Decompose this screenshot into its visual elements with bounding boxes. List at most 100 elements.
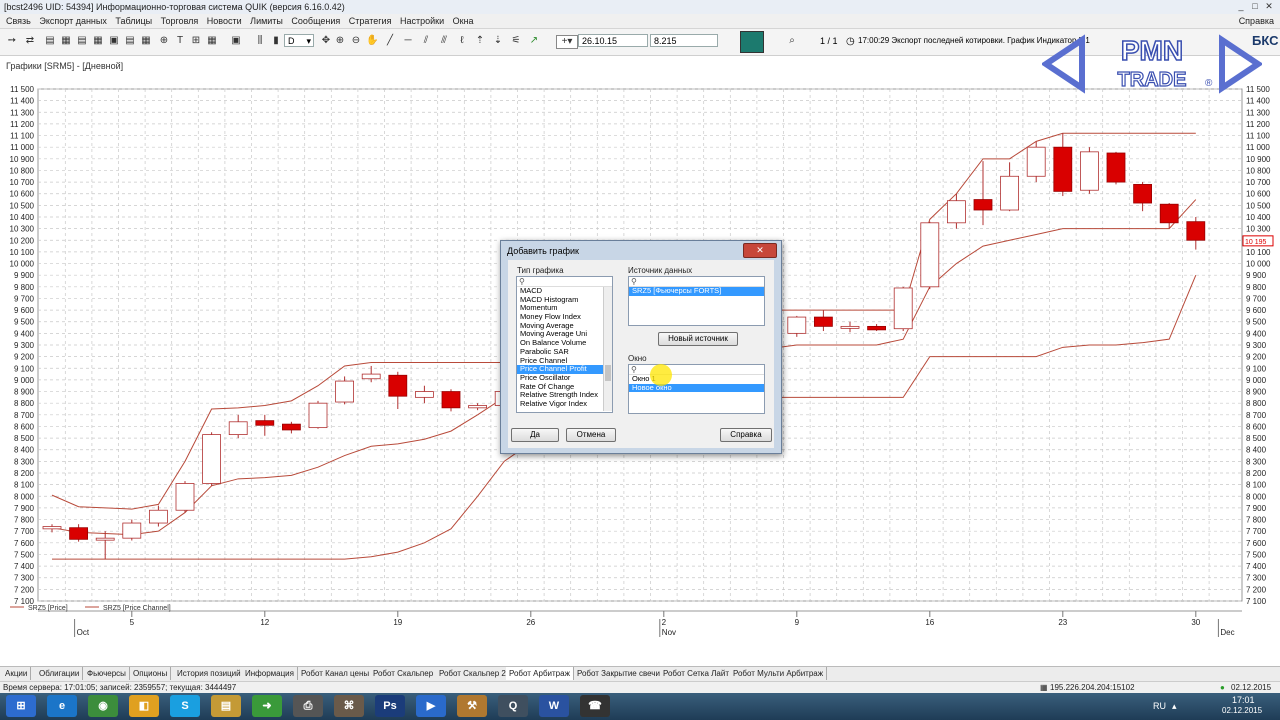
chart-type-item[interactable]: Relative Vigor Index: [517, 399, 612, 409]
chart-small-icon[interactable]: ⊞: [190, 35, 202, 47]
skype-icon[interactable]: S: [170, 695, 200, 717]
table6-icon[interactable]: ▤: [124, 35, 136, 47]
candle[interactable]: [1000, 175, 1019, 211]
close-window-icon[interactable]: ✕: [1262, 1, 1276, 12]
table-icon[interactable]: ▤: [44, 35, 56, 47]
menu-item-news[interactable]: Новости: [207, 16, 242, 26]
candle[interactable]: [468, 405, 488, 409]
menu-item-tables[interactable]: Таблицы: [115, 16, 152, 26]
play-icon[interactable]: ▶: [416, 695, 446, 717]
candle[interactable]: [867, 325, 886, 331]
candle[interactable]: [1186, 221, 1206, 241]
table7-icon[interactable]: ▦: [140, 35, 152, 47]
menu-item-messages[interactable]: Сообщения: [291, 16, 340, 26]
clock-date[interactable]: 02.12.2015: [1222, 706, 1262, 715]
tab-item[interactable]: Робот Арбитраж: [506, 667, 574, 680]
printer-icon[interactable]: ⎙: [293, 695, 323, 717]
candle[interactable]: [1133, 184, 1152, 204]
candle[interactable]: [840, 325, 860, 329]
menu-item-help[interactable]: Справка: [1239, 16, 1274, 26]
tab-item[interactable]: Робот Канал цены: [298, 667, 374, 680]
menu-item-windows[interactable]: Окна: [453, 16, 474, 26]
save-icon[interactable]: ▣: [230, 35, 242, 47]
candle[interactable]: [947, 200, 966, 224]
help-button[interactable]: Справка: [720, 428, 772, 442]
menu-item-trading[interactable]: Торговля: [161, 16, 199, 26]
phone-icon[interactable]: ☎: [580, 695, 610, 717]
arrow-down-icon[interactable]: ⇣: [492, 35, 504, 47]
interval-select[interactable]: D ▾: [284, 34, 314, 47]
candle[interactable]: [814, 316, 833, 327]
candle[interactable]: [1106, 152, 1126, 183]
new-source-button[interactable]: Новый источник: [658, 332, 738, 346]
menu-item-strategy[interactable]: Стратегия: [349, 16, 392, 26]
candle[interactable]: [228, 421, 248, 435]
candle[interactable]: [148, 509, 168, 524]
tab-item[interactable]: Информация: [242, 667, 298, 680]
tab-item[interactable]: Опционы: [130, 667, 172, 680]
crosshair-icon[interactable]: +▾: [556, 35, 578, 49]
candle[interactable]: [281, 423, 301, 431]
maximize-icon[interactable]: □: [1248, 1, 1262, 12]
search-icon[interactable]: ⌕: [786, 35, 798, 47]
candle[interactable]: [388, 374, 408, 397]
candle[interactable]: [920, 222, 940, 288]
window-list[interactable]: ⚲ Окно 1 Новое окно: [628, 364, 765, 414]
table5-icon[interactable]: ▣: [108, 35, 120, 47]
word-icon[interactable]: W: [539, 695, 569, 717]
explorer-icon[interactable]: ◧: [129, 695, 159, 717]
candles-icon[interactable]: ⫼: [254, 35, 266, 47]
dialog-close-button[interactable]: ✕: [743, 243, 777, 258]
candle[interactable]: [308, 402, 328, 429]
candle[interactable]: [1026, 146, 1046, 177]
chart-type-scrollbar[interactable]: [603, 287, 612, 411]
candle[interactable]: [1053, 146, 1073, 192]
tab-item[interactable]: Фьючерсы: [84, 667, 130, 680]
legend-label[interactable]: SRZ5 [Price Channel]: [103, 605, 171, 612]
hand-icon[interactable]: ✋: [366, 35, 378, 47]
candle[interactable]: [69, 527, 88, 540]
monitor-icon[interactable]: [740, 31, 764, 53]
zoom-out-icon[interactable]: ⊖: [350, 35, 362, 47]
menu-item-export[interactable]: Экспорт данных: [39, 16, 106, 26]
clock-time[interactable]: 17:01: [1232, 695, 1255, 705]
cancel-button[interactable]: Отмена: [566, 428, 616, 442]
trades-icon[interactable]: ↗: [528, 35, 540, 47]
tab-item[interactable]: Робот Скальпер 2: [436, 667, 510, 680]
label-icon[interactable]: ℓ: [456, 35, 468, 47]
tab-item[interactable]: Робот Скальпер: [370, 667, 438, 680]
minimize-icon[interactable]: _: [1234, 1, 1248, 12]
lang-indicator[interactable]: RU: [1153, 701, 1166, 711]
table3-icon[interactable]: ▤: [76, 35, 88, 47]
candle[interactable]: [255, 420, 275, 426]
start-icon[interactable]: ⊞: [6, 695, 36, 717]
zoom-in-icon[interactable]: ⊕: [334, 35, 346, 47]
tab-item[interactable]: Акции: [2, 667, 32, 680]
window-item-new[interactable]: Новое окно: [629, 383, 764, 393]
candle[interactable]: [414, 391, 434, 398]
move-icon[interactable]: ✥: [320, 35, 332, 47]
tab-item[interactable]: Робот Мульти Арбитраж: [730, 667, 828, 680]
menu-item-settings[interactable]: Настройки: [400, 16, 444, 26]
ie-icon[interactable]: e: [47, 695, 77, 717]
photoshop-icon[interactable]: Ps: [375, 695, 405, 717]
candle[interactable]: [42, 526, 62, 530]
scrollbar-thumb[interactable]: [605, 365, 611, 381]
candle[interactable]: [973, 199, 993, 211]
chrome-icon[interactable]: ◉: [88, 695, 118, 717]
candle[interactable]: [893, 287, 913, 330]
candle[interactable]: [787, 316, 807, 334]
connect-icon[interactable]: ⇄: [24, 35, 36, 47]
source-list[interactable]: ⚲ SRZ5 [Фьючерсы FORTS]: [628, 276, 765, 326]
source-item[interactable]: SRZ5 [Фьючерсы FORTS]: [629, 286, 764, 296]
line-icon[interactable]: ╱: [384, 35, 396, 47]
candle[interactable]: [202, 434, 222, 484]
props-icon[interactable]: ⚟: [510, 35, 522, 47]
hline-icon[interactable]: ─: [402, 35, 414, 47]
tray-icon[interactable]: ▴: [1172, 701, 1177, 712]
grid-icon[interactable]: ▦: [206, 35, 218, 47]
candle[interactable]: [441, 391, 461, 409]
ok-button[interactable]: Да: [511, 428, 559, 442]
arrow-icon[interactable]: ➙: [6, 35, 18, 47]
menu-item-limits[interactable]: Лимиты: [250, 16, 283, 26]
